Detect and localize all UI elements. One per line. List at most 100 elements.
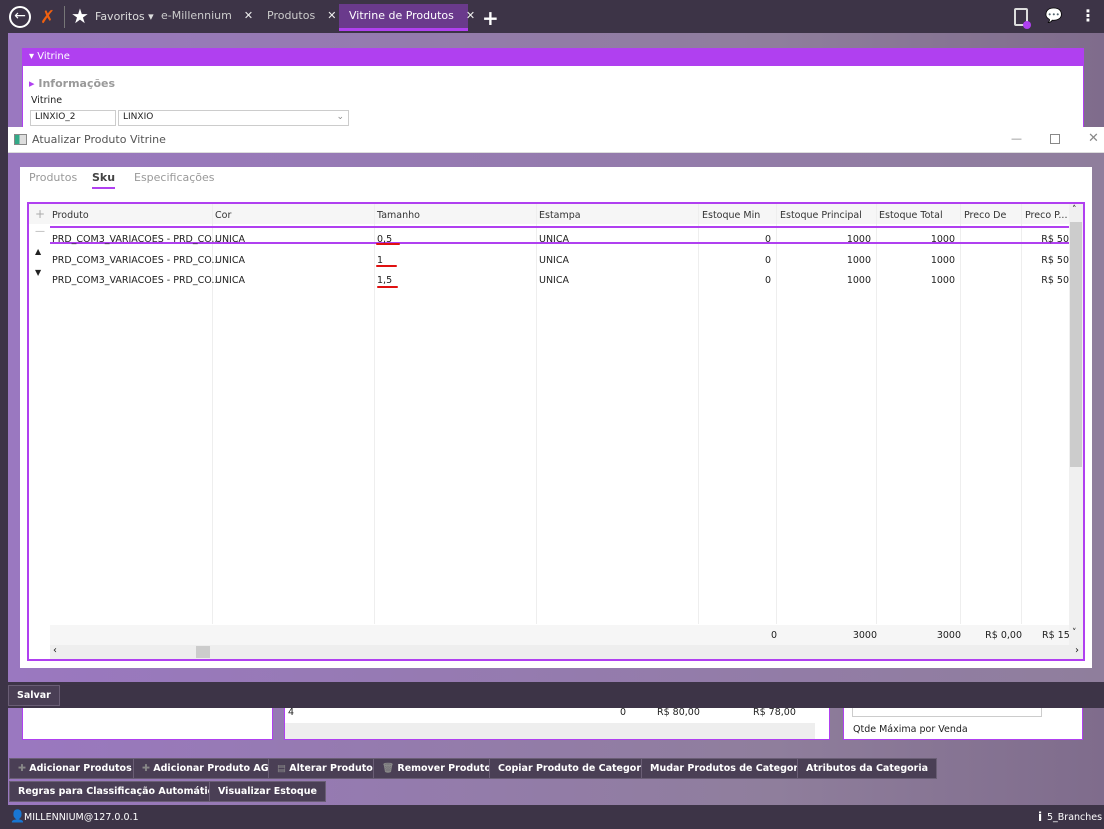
dialog-content: Produtos Sku Especificações + — ▲ ▼ Prod… [20,167,1092,668]
table-cell: R$ 50 [1041,234,1069,245]
add-tab-icon[interactable]: + [482,6,499,30]
info-icon: i [1038,810,1043,824]
scroll-thumb[interactable] [196,646,210,658]
button-label: Atributos da Categoria [806,763,928,774]
tab-e-millennium[interactable]: e-Millennium ✕ [151,4,263,31]
alterar-produto-button[interactable]: ▤ Alterar Produto [268,758,382,779]
button-label: Copiar Produto de Categoria [498,763,651,774]
copiar-produto-de-categoria-button[interactable]: Copiar Produto de Categoria [489,758,660,779]
table-cell: 1000 [930,275,955,286]
table-cell: R$ 50 [1041,275,1069,286]
adicionar-produto-ag-button[interactable]: ✚ Adicionar Produto AG [133,758,278,779]
table-cell: 0 [764,275,771,286]
table-cell: UNICA [539,234,569,245]
button-label: Adicionar Produtos [29,763,132,774]
adicionar-produtos-button[interactable]: ✚ Adicionar Produtos [9,758,141,779]
vitrine-header[interactable]: ▾ Vitrine [23,49,1083,66]
edit-icon: ▤ [277,763,290,774]
button-label: Mudar Produtos de Categoria [650,763,808,774]
table-cell: PRD_COM3_VARIACOES - PRD_CO... [52,275,221,286]
scroll-thumb[interactable] [1070,222,1082,467]
vertical-scrollbar[interactable]: ˄ ˅ [1069,204,1083,645]
column-header-estampa[interactable]: Estampa [539,210,581,221]
tab-especificacoes[interactable]: Especificações [134,171,215,184]
plus-icon: ✚ [142,763,154,774]
table-cell: 1000 [930,234,955,245]
maximize-icon[interactable] [1050,134,1060,144]
save-button[interactable]: Salvar [8,685,60,706]
close-icon[interactable]: ✕ [244,9,253,22]
dialog-titlebar: Atualizar Produto Vitrine — ✕ [8,127,1104,153]
table-cell: PRD_COM3_VARIACOES - PRD_CO... [52,234,221,245]
cell: R$ 80,00 [657,707,700,718]
section-label: Informações [38,77,116,90]
total-estoque-min: 0 [770,630,777,641]
mudar-produtos-de-categoria-button[interactable]: Mudar Produtos de Categoria [641,758,817,779]
table-cell: UNICA [215,275,245,286]
column-header-estoque-principal[interactable]: Estoque Principal [780,210,862,221]
button-label: Adicionar Produto AG [153,763,269,774]
cell: 0 [620,707,627,718]
tab-produtos[interactable]: Produtos [29,171,77,184]
table-cell: 1000 [846,254,871,266]
add-row-icon[interactable]: + [35,207,45,221]
tab-label: e-Millennium [161,9,232,22]
tab-produtos[interactable]: Produtos ✕ [257,4,346,31]
app-logo-icon: ✗ [40,7,56,28]
table-row[interactable]: PRD_COM3_VARIACOES - PRD_CO... UNICA 1 UNIC… [29,251,1069,269]
regras-para-classificacao-automatica-button[interactable]: Regras para Classificação Automática [9,781,229,802]
button-label: Visualizar Estoque [218,786,317,797]
plus-icon: ✚ [18,763,30,774]
back-icon[interactable]: ← [9,6,31,28]
favorites-menu[interactable]: Favoritos ▾ [95,10,154,23]
user-label: MILLENNIUM@127.0.0.1 [24,812,139,823]
vitrine-select[interactable]: LINXIO ⌄ [118,110,349,126]
branch-label: 5_Branches [1047,812,1103,823]
table-cell: 0 [764,234,771,245]
tab-sku[interactable]: Sku [92,171,116,189]
column-header-cor[interactable]: Cor [215,210,231,221]
close-icon[interactable]: ✕ [1088,131,1099,146]
tasks-clipboard-icon[interactable] [1014,8,1031,29]
visualizar-estoque-button[interactable]: Visualizar Estoque [209,781,326,802]
chat-icon[interactable]: 💬 [1045,8,1062,24]
dialog-title: Atualizar Produto Vitrine [32,133,166,146]
close-icon[interactable]: ✕ [466,9,475,22]
totals-row: 0 3000 3000 R$ 0,00 R$ 150 [50,625,1069,645]
table-cell: 1000 [846,275,871,286]
remover-produto-button[interactable]: 🗑 Remover Produto [373,758,500,779]
table-cell: UNICA [215,234,245,245]
column-header-tamanho[interactable]: Tamanho [377,210,420,221]
qtde-maxima-label: Qtde Máxima por Venda [853,724,968,735]
vitrine-code-input[interactable]: LINXIO_2 [30,110,116,126]
window-icon [14,134,27,145]
divider [64,6,65,28]
minimize-icon[interactable]: — [1011,132,1022,145]
tab-vitrine-de-produtos[interactable]: Vitrine de Produtos ✕ [339,4,475,31]
column-header-estoque-min[interactable]: Estoque Min [702,210,760,221]
button-label: Regras para Classificação Automática [18,786,220,797]
chevron-down-icon: ⌄ [336,112,344,122]
more-menu-icon[interactable]: ⋮ [1080,6,1096,25]
column-header-estoque-total[interactable]: Estoque Total [879,210,943,221]
close-icon[interactable]: ✕ [327,9,336,22]
column-header-preco-por[interactable]: Preco P... [1025,210,1067,221]
total-estoque-principal: 3000 [852,630,877,641]
table-cell: 1,5 [377,275,393,286]
table-cell: 1000 [930,254,955,266]
tab-label: Produtos [267,9,316,22]
atualizar-produto-vitrine-dialog: Atualizar Produto Vitrine — ✕ Produtos S… [8,127,1104,682]
save-bar: Salvar [0,682,1104,708]
atributos-da-categoria-button[interactable]: Atributos da Categoria [797,758,937,779]
table-row[interactable]: PRD_COM3_VARIACOES - PRD_CO... UNICA 1,5 UN… [29,271,1069,289]
horizontal-scrollbar[interactable]: ‹ › [50,645,1083,659]
column-header-preco-de[interactable]: Preco De [964,210,1006,221]
section-informacoes[interactable]: ▸ Informações [29,77,115,90]
total-estoque-total: 3000 [936,630,961,641]
horizontal-scrollbar[interactable] [285,723,815,739]
table-cell: UNICA [539,254,569,266]
trash-icon: 🗑 [382,763,398,774]
table-row[interactable]: PRD_COM3_VARIACOES - PRD_CO... UNICA 0,5 UN… [29,230,1069,248]
column-header-produto[interactable]: Produto [52,210,89,221]
total-preco-de: R$ 0,00 [985,630,1022,641]
